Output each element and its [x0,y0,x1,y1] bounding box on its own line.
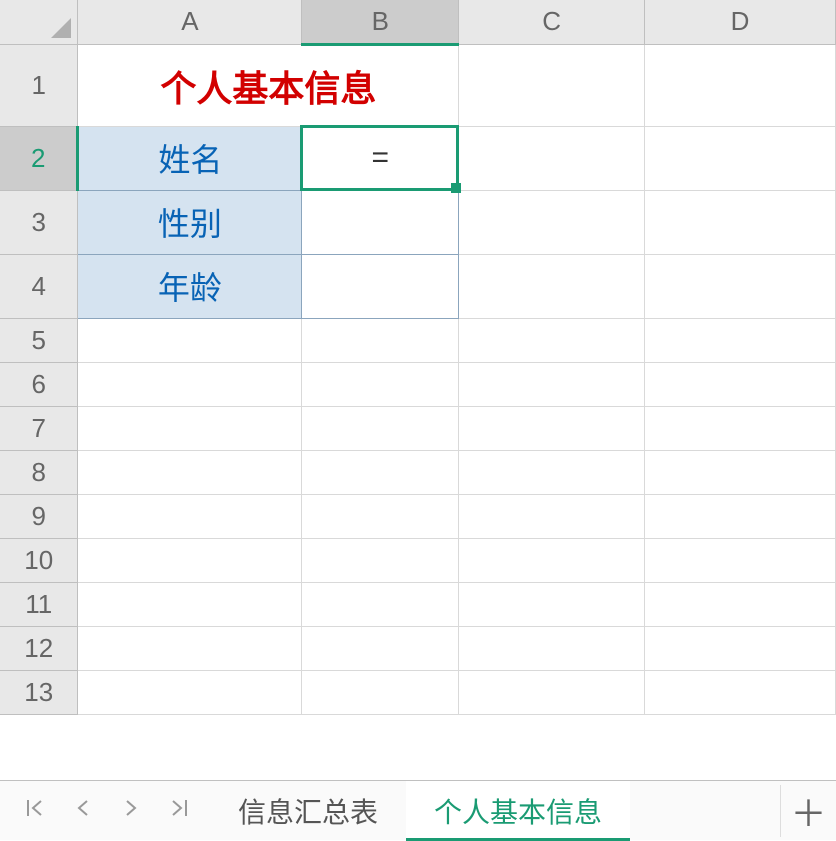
tab-personal-info[interactable]: 个人基本信息 [406,781,630,841]
cell-b4[interactable] [302,254,459,318]
row-header-1[interactable]: 1 [0,44,78,126]
cell-b13[interactable] [302,670,459,714]
cell-b12[interactable] [302,626,459,670]
cell-a4[interactable]: 年龄 [78,254,302,318]
cell-c3[interactable] [459,190,645,254]
row-header-4[interactable]: 4 [0,254,78,318]
cell-b3[interactable] [302,190,459,254]
cell-c13[interactable] [459,670,645,714]
cell-a3[interactable]: 性别 [78,190,302,254]
cell-d4[interactable] [645,254,836,318]
column-header-d[interactable]: D [645,0,836,44]
cell-b7[interactable] [302,406,459,450]
cell-a1-title[interactable]: 个人基本信息 [78,44,459,126]
cell-d13[interactable] [645,670,836,714]
nav-last-icon[interactable] [164,797,194,825]
column-header-c[interactable]: C [459,0,645,44]
cell-c12[interactable] [459,626,645,670]
row-header-9[interactable]: 9 [0,494,78,538]
cell-c6[interactable] [459,362,645,406]
cell-a12[interactable] [78,626,302,670]
cell-d2[interactable] [645,126,836,190]
cell-d7[interactable] [645,406,836,450]
nav-first-icon[interactable] [20,797,50,825]
cell-b5[interactable] [302,318,459,362]
cell-a8[interactable] [78,450,302,494]
tab-nav-buttons [0,797,210,825]
tab-summary[interactable]: 信息汇总表 [210,781,406,841]
spreadsheet-grid[interactable]: A B C D 1 个人基本信息 2 姓名 = 3 性别 4 年龄 [0,0,836,780]
row-header-7[interactable]: 7 [0,406,78,450]
cell-c4[interactable] [459,254,645,318]
cell-b2[interactable]: = [302,126,459,190]
cell-b6[interactable] [302,362,459,406]
cell-a6[interactable] [78,362,302,406]
cell-a11[interactable] [78,582,302,626]
cell-d5[interactable] [645,318,836,362]
worksheet-tab-bar: 信息汇总表 个人基本信息 ＋ [0,780,836,840]
add-sheet-button[interactable]: ＋ [780,785,836,837]
cell-a5[interactable] [78,318,302,362]
cell-d3[interactable] [645,190,836,254]
cell-a9[interactable] [78,494,302,538]
cell-c11[interactable] [459,582,645,626]
cell-d12[interactable] [645,626,836,670]
cell-c8[interactable] [459,450,645,494]
cell-d10[interactable] [645,538,836,582]
cell-c2[interactable] [459,126,645,190]
cell-b10[interactable] [302,538,459,582]
cell-a7[interactable] [78,406,302,450]
cell-a2[interactable]: 姓名 [78,126,302,190]
cell-c10[interactable] [459,538,645,582]
worksheet-tabs: 信息汇总表 个人基本信息 [210,781,780,841]
nav-next-icon[interactable] [116,797,146,825]
cell-d6[interactable] [645,362,836,406]
row-header-12[interactable]: 12 [0,626,78,670]
cell-a13[interactable] [78,670,302,714]
row-header-6[interactable]: 6 [0,362,78,406]
row-header-8[interactable]: 8 [0,450,78,494]
row-header-2[interactable]: 2 [0,126,78,190]
row-header-5[interactable]: 5 [0,318,78,362]
column-header-a[interactable]: A [78,0,302,44]
select-all-corner[interactable] [0,0,78,44]
row-header-13[interactable]: 13 [0,670,78,714]
cell-d8[interactable] [645,450,836,494]
cell-a10[interactable] [78,538,302,582]
cell-c7[interactable] [459,406,645,450]
cell-c1[interactable] [459,44,645,126]
cell-c5[interactable] [459,318,645,362]
cell-b8[interactable] [302,450,459,494]
column-header-b[interactable]: B [302,0,459,44]
cell-d9[interactable] [645,494,836,538]
cell-d1[interactable] [645,44,836,126]
cell-b11[interactable] [302,582,459,626]
row-header-3[interactable]: 3 [0,190,78,254]
row-header-10[interactable]: 10 [0,538,78,582]
row-header-11[interactable]: 11 [0,582,78,626]
cell-d11[interactable] [645,582,836,626]
nav-prev-icon[interactable] [68,797,98,825]
cell-b9[interactable] [302,494,459,538]
cell-c9[interactable] [459,494,645,538]
